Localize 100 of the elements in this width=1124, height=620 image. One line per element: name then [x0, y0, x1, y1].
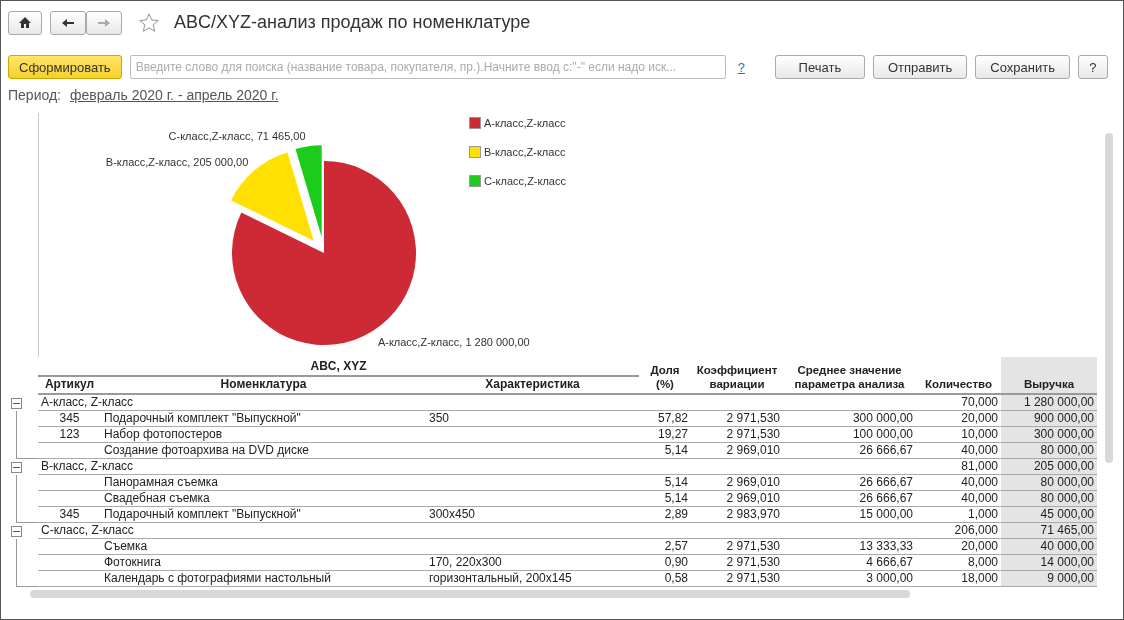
collapse-toggle[interactable] [11, 525, 22, 537]
search-field[interactable]: Введите слово для поиска (название товара, покупателя, пр.).Начните ввод с:"-" если надо иск... [129, 55, 726, 79]
collapse-toggle[interactable] [11, 461, 22, 473]
period-label: Период: [8, 87, 61, 105]
table-cell: 300x450 [426, 507, 639, 523]
table-cell: 2 971,530 [691, 571, 783, 587]
group-cell: В-класс, Z-класс [38, 459, 916, 475]
table-cell: 9 000,00 [1001, 571, 1097, 587]
toolbar-button[interactable]: Отправить [872, 55, 968, 79]
table-cell: 19,27 [639, 427, 691, 443]
table-cell: 5,14 [639, 475, 691, 491]
column-header: Артикул [38, 377, 101, 395]
table-cell: 4 666,67 [783, 555, 916, 571]
table-cell: 2 971,530 [691, 539, 783, 555]
table-cell: 40,000 [916, 475, 1001, 491]
legend-swatch [469, 175, 481, 187]
collapse-toggle[interactable] [11, 397, 22, 409]
table-cell: Съемка [101, 539, 426, 555]
table-cell: Фотокнига [101, 555, 426, 571]
column-header: Номенклатура [101, 377, 426, 395]
table-cell: 900 000,00 [1001, 411, 1097, 427]
table-cell: 5,14 [639, 443, 691, 459]
table-cell: 2 971,530 [691, 411, 783, 427]
legend-label: А-класс,Z-класс [484, 117, 566, 129]
table-cell: 26 666,67 [783, 443, 916, 459]
column-header: Характеристика [426, 377, 639, 395]
table-cell: 20,000 [916, 411, 1001, 427]
table-cell: 10,000 [916, 427, 1001, 443]
table-cell: 2 969,010 [691, 475, 783, 491]
table-cell: Панорамная съемка [101, 475, 426, 491]
table-cell: 1,000 [916, 507, 1001, 523]
star-icon[interactable] [138, 11, 160, 34]
table-cell: 57,82 [639, 411, 691, 427]
home-button[interactable] [8, 10, 42, 35]
generate-button[interactable]: Сформировать [8, 55, 122, 79]
table-cell: Создание фотоархива на DVD диске [101, 443, 426, 459]
table-cell: 2 969,010 [691, 491, 783, 507]
help-link[interactable]: ? [737, 59, 745, 75]
table-cell: 2 971,530 [691, 427, 783, 443]
table-cell: 1 280 000,00 [1001, 395, 1097, 411]
table-cell: 100 000,00 [783, 427, 916, 443]
table-cell: 70,000 [916, 395, 1001, 411]
legend-swatch [469, 146, 481, 158]
table-cell: 18,000 [916, 571, 1001, 587]
back-button[interactable] [50, 10, 86, 35]
table-cell: 14 000,00 [1001, 555, 1097, 571]
legend-swatch [469, 117, 481, 129]
table-cell: 20,000 [916, 539, 1001, 555]
table-cell: 40 000,00 [1001, 539, 1097, 555]
table-cell: 205 000,00 [1001, 459, 1097, 475]
table-cell: 350 [426, 411, 639, 427]
horizontal-scrollbar[interactable] [30, 590, 910, 598]
slice-label: С-класс,Z-класс, 71 465,00 [168, 130, 306, 143]
table-cell: 13 333,33 [783, 539, 916, 555]
group-cell: С-класс, Z-класс [38, 523, 916, 539]
toolbar-button[interactable]: Печать [774, 55, 865, 79]
table-cell: 2,57 [639, 539, 691, 555]
left-arrow-icon [61, 17, 75, 28]
table-cell: 80 000,00 [1001, 491, 1097, 507]
table-cell: 15 000,00 [783, 507, 916, 523]
table-cell: 80 000,00 [1001, 475, 1097, 491]
table-cell: горизонтальный, 200x145 [426, 571, 639, 587]
period-link[interactable]: февраль 2020 г. - апрель 2020 г. [70, 87, 279, 109]
table-cell: 40,000 [916, 443, 1001, 459]
table-cell: 0,58 [639, 571, 691, 587]
table-cell: 123 [38, 427, 101, 443]
table-cell: 26 666,67 [783, 491, 916, 507]
table-cell: 26 666,67 [783, 475, 916, 491]
table-cell: 300 000,00 [1001, 427, 1097, 443]
legend-label: В-класс,Z-класс [484, 146, 566, 158]
table-cell: 2,89 [639, 507, 691, 523]
table-cell: Подарочный комплект "Выпускной" [101, 507, 426, 523]
table-cell: 2 983,970 [691, 507, 783, 523]
table-cell: 71 465,00 [1001, 523, 1097, 539]
vertical-scrollbar[interactable] [1105, 133, 1113, 463]
table-cell: 45 000,00 [1001, 507, 1097, 523]
table-cell: 2 971,530 [691, 555, 783, 571]
table-cell: 0,90 [639, 555, 691, 571]
toolbar-button[interactable]: Сохранить [975, 55, 1070, 79]
table-cell: 8,000 [916, 555, 1001, 571]
table-cell: 345 [38, 411, 101, 427]
table-cell: 170, 220x300 [426, 555, 639, 571]
table-cell: Подарочный комплект "Выпускной" [101, 411, 426, 427]
right-arrow-icon [97, 17, 111, 28]
table-cell: 2 969,010 [691, 443, 783, 459]
table-cell: 40,000 [916, 491, 1001, 507]
table-cell: 206,000 [916, 523, 1001, 539]
legend-label: С-класс,Z-класс [484, 175, 566, 187]
column-header: Выручка [1001, 357, 1097, 395]
table-cell: Набор фотопостеров [101, 427, 426, 443]
table-cell: Календарь с фотографиями настольный [101, 571, 426, 587]
toolbar-button[interactable]: ? [1077, 55, 1108, 79]
table-cell: 81,000 [916, 459, 1001, 475]
slice-label: А-класс,Z-класс, 1 280 000,00 [377, 336, 530, 349]
table-cell: Свадебная съемка [101, 491, 426, 507]
table-cell: 345 [38, 507, 101, 523]
table-cell: 5,14 [639, 491, 691, 507]
table-cell: 80 000,00 [1001, 443, 1097, 459]
home-icon [18, 16, 32, 29]
window-title: ABC/XYZ-анализ продаж по номенклатуре [174, 12, 531, 33]
